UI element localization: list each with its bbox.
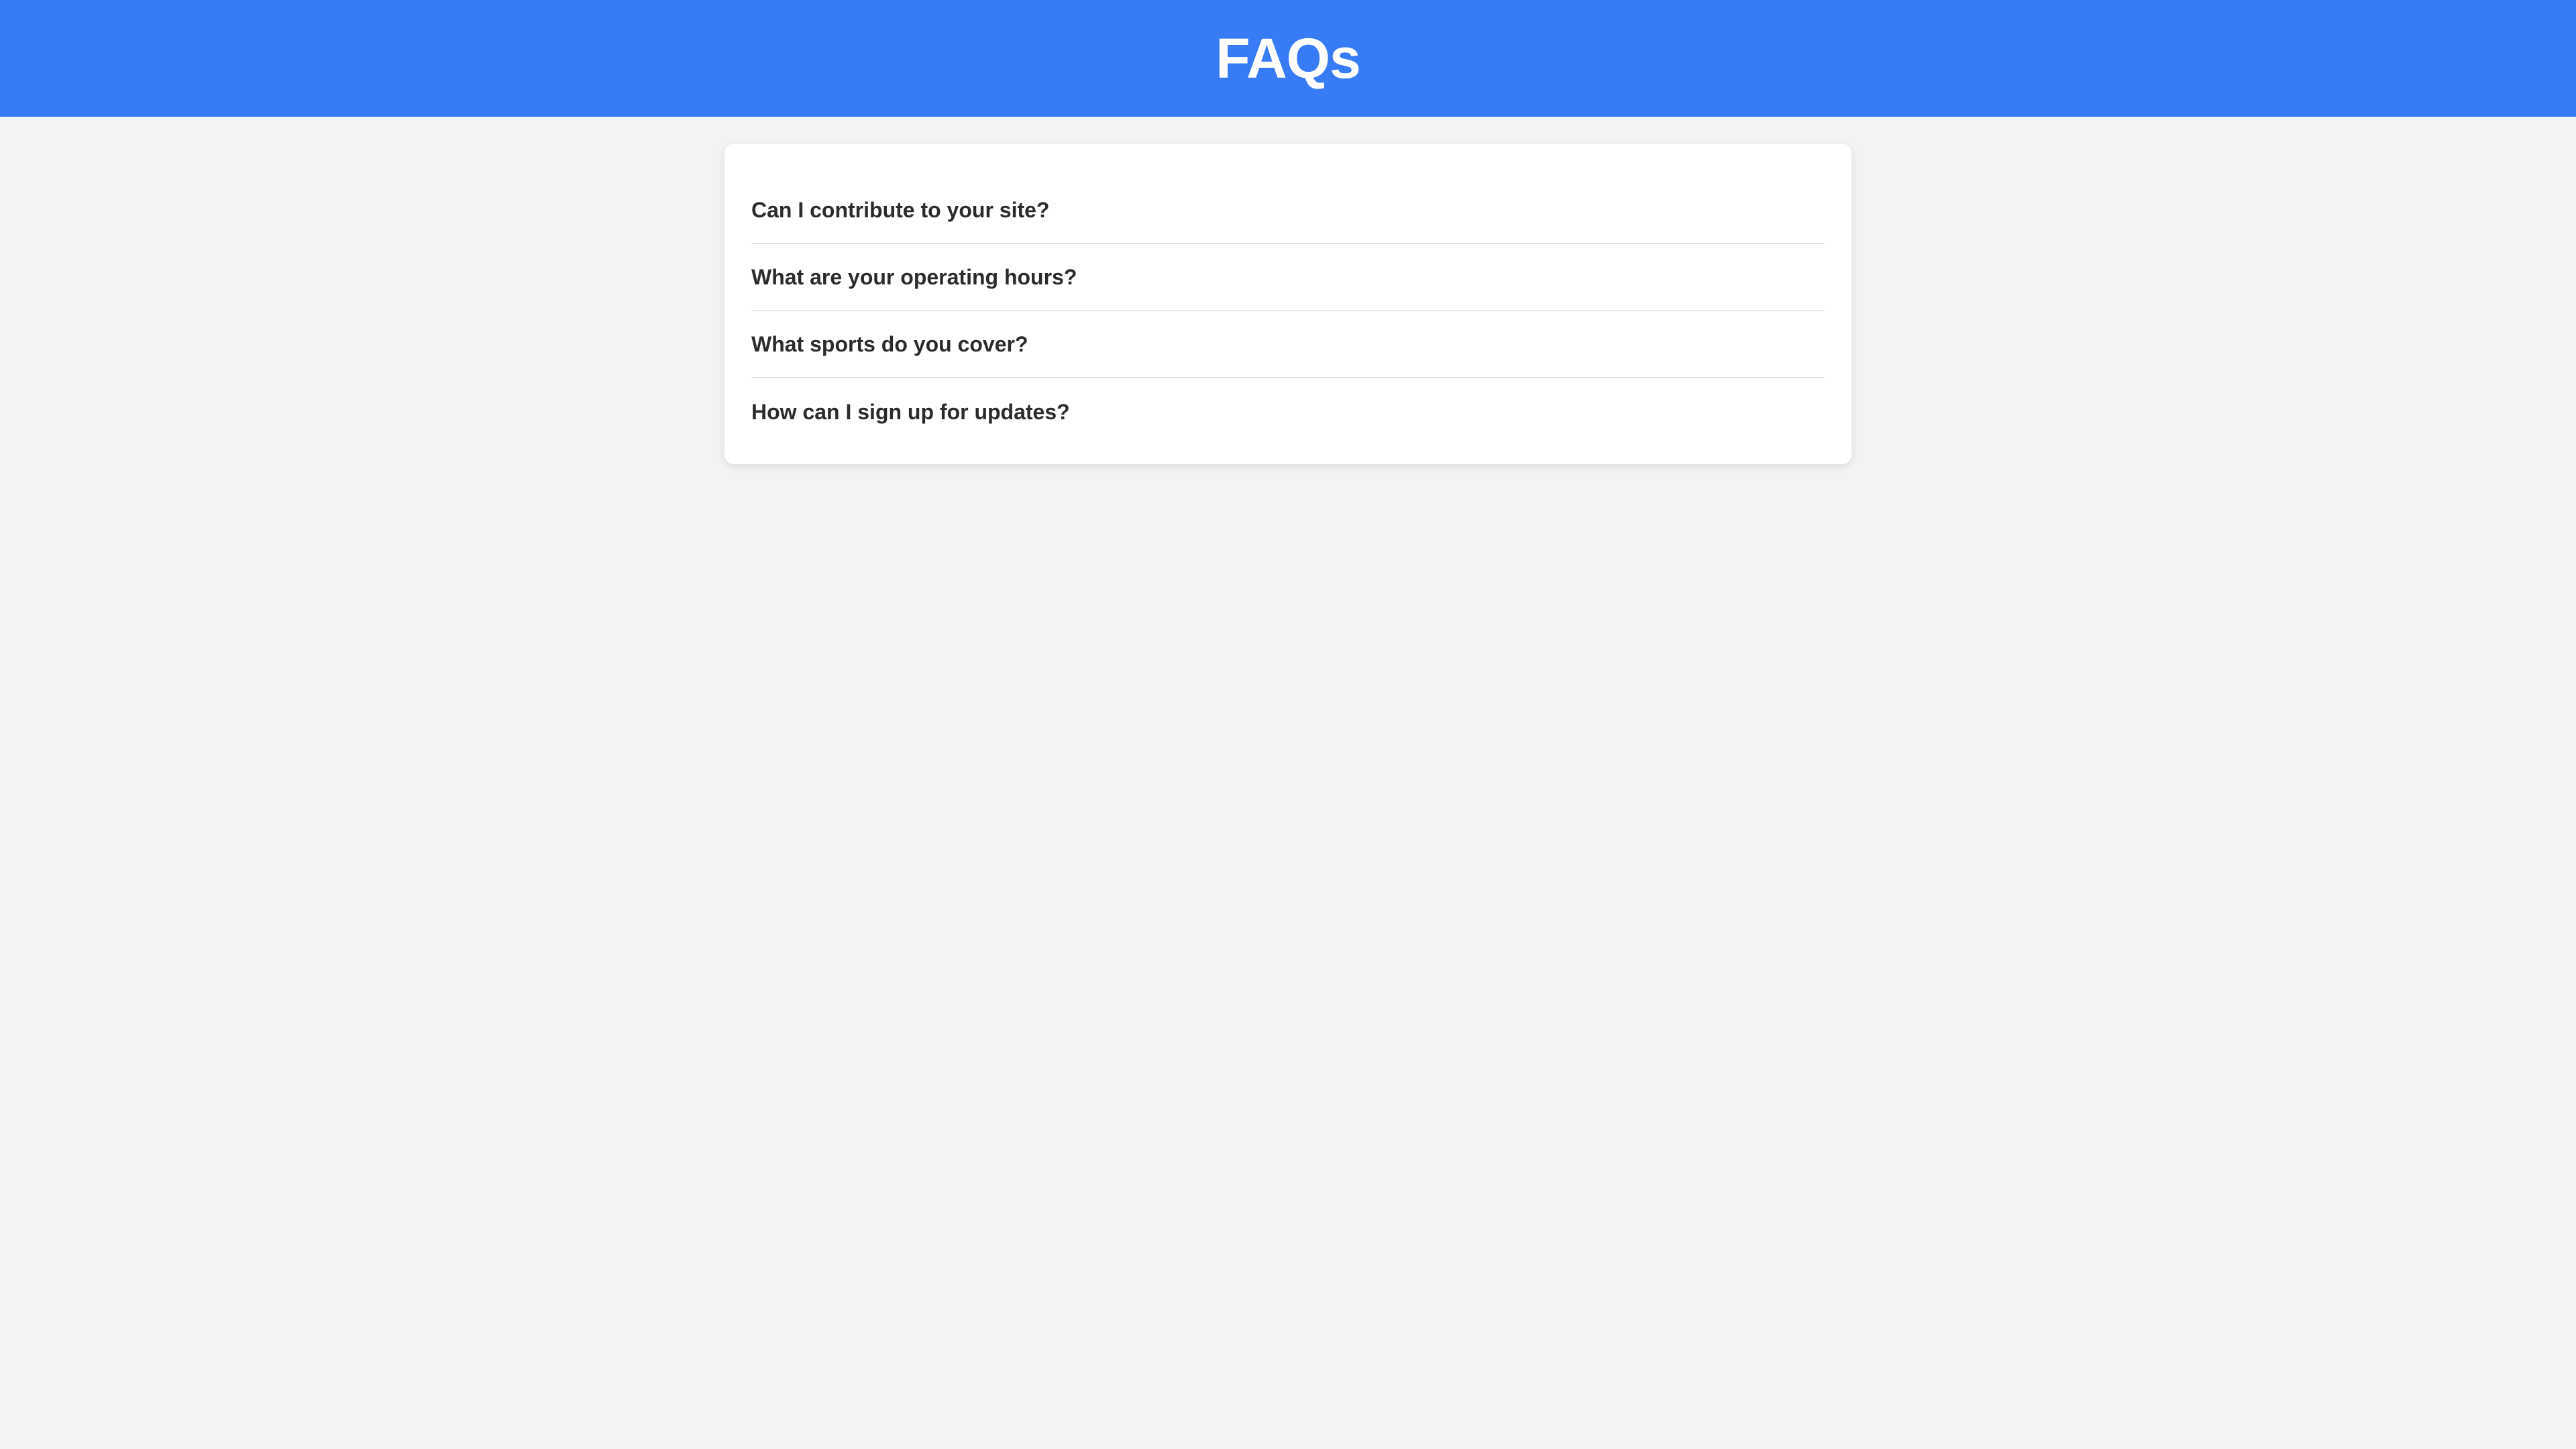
faq-card: Can I contribute to your site? What are … bbox=[724, 144, 1851, 464]
faq-question: How can I sign up for updates? bbox=[751, 399, 1070, 424]
page-title: FAQs bbox=[1216, 27, 1360, 90]
faq-item[interactable]: How can I sign up for updates? bbox=[751, 378, 1825, 445]
faq-item[interactable]: Can I contribute to your site? bbox=[751, 177, 1825, 244]
page-header: FAQs bbox=[0, 0, 2576, 117]
faq-question: Can I contribute to your site? bbox=[751, 197, 1050, 222]
faq-question: What are your operating hours? bbox=[751, 264, 1077, 289]
faq-question: What sports do you cover? bbox=[751, 331, 1028, 356]
faq-list: Can I contribute to your site? What are … bbox=[751, 177, 1825, 445]
faq-item[interactable]: What are your operating hours? bbox=[751, 244, 1825, 311]
faq-item[interactable]: What sports do you cover? bbox=[751, 311, 1825, 378]
